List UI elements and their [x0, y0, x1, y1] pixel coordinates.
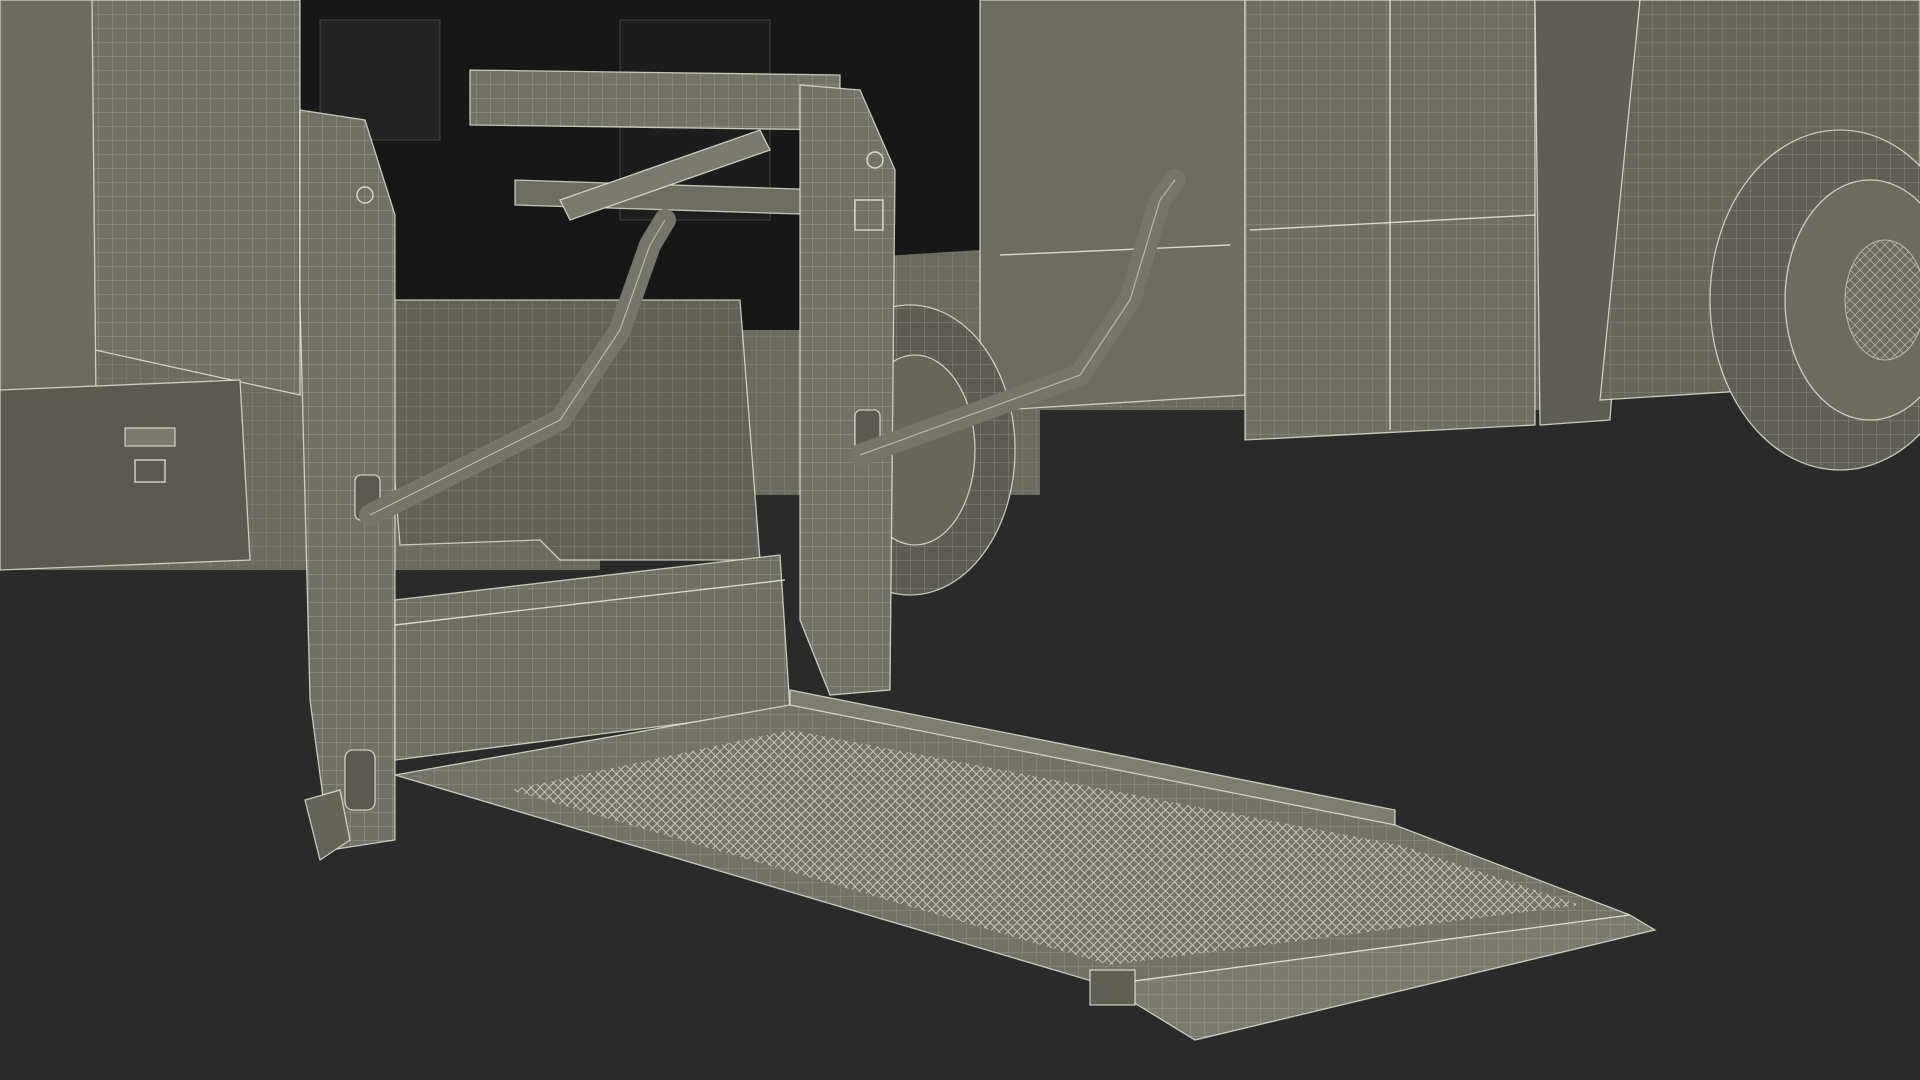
door-handle — [124, 427, 176, 447]
lift-right-pillar — [799, 84, 896, 696]
rear-fender — [379, 299, 761, 561]
wireframe-render-scene — [0, 0, 1920, 1080]
